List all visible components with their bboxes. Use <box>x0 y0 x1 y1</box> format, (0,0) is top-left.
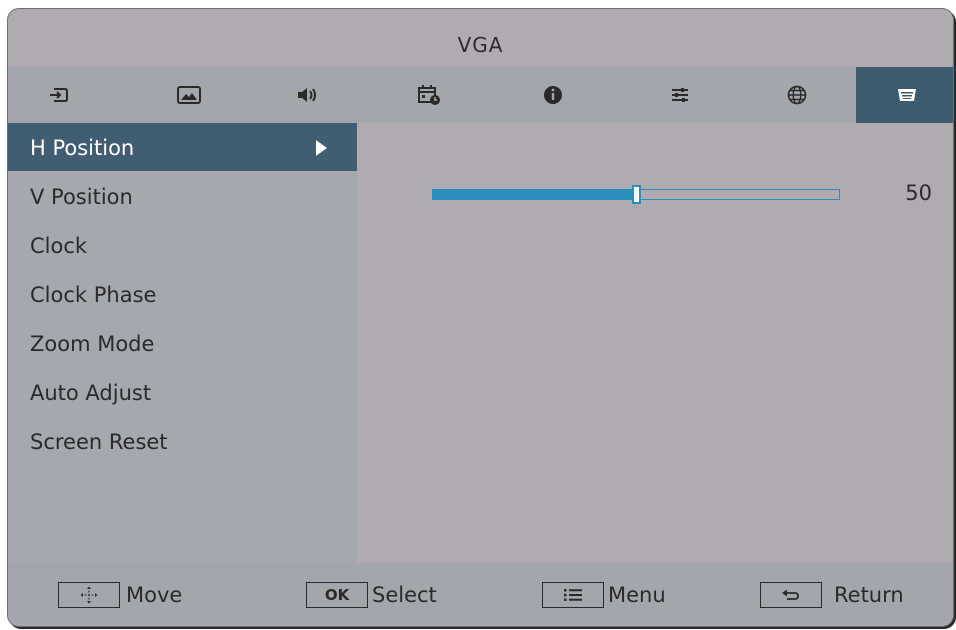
slider-value: 50 <box>905 181 932 205</box>
slider-thumb[interactable] <box>632 185 641 204</box>
tab-bar <box>8 67 953 123</box>
tab-picture[interactable] <box>138 67 239 123</box>
menu-item-zoom-mode[interactable]: Zoom Mode <box>8 319 357 367</box>
return-arrow-icon <box>782 589 799 600</box>
menu-item-auto-adjust[interactable]: Auto Adjust <box>8 368 357 416</box>
menu-label: Menu <box>608 583 666 607</box>
menu-key <box>542 582 604 608</box>
calendar-clock-icon <box>417 85 440 105</box>
menu-item-label: Clock <box>30 234 88 258</box>
move-hint: Move <box>58 581 182 609</box>
return-key <box>760 582 822 608</box>
select-hint: OK Select <box>306 581 437 609</box>
menu-list: H Position V Position Clock Clock Phase … <box>8 123 357 563</box>
tab-language[interactable] <box>746 67 847 123</box>
osd-menu: VGA H Position V Position Clock Clock Ph… <box>7 8 954 627</box>
menu-item-label: Auto Adjust <box>30 381 152 405</box>
tab-information[interactable] <box>502 67 603 123</box>
slider-fill <box>433 190 636 199</box>
tab-settings[interactable] <box>629 67 730 123</box>
menu-item-h-position[interactable]: H Position <box>8 123 357 171</box>
settings-sliders-icon <box>671 88 688 102</box>
select-label: Select <box>372 583 437 607</box>
menu-item-clock-phase[interactable]: Clock Phase <box>8 270 357 318</box>
speaker-icon <box>297 88 316 102</box>
tab-schedule[interactable] <box>378 67 479 123</box>
ok-key-label: OK <box>324 586 350 604</box>
tab-vga[interactable] <box>856 67 953 123</box>
menu-item-clock[interactable]: Clock <box>8 221 357 269</box>
menu-item-v-position[interactable]: V Position <box>8 172 357 220</box>
globe-icon <box>787 85 806 105</box>
picture-icon <box>176 86 201 104</box>
menu-list-icon <box>564 589 582 601</box>
ok-key: OK <box>306 582 368 608</box>
vga-port-icon <box>897 89 916 101</box>
directional-pad-icon <box>80 586 98 604</box>
menu-item-label: Screen Reset <box>30 430 168 454</box>
window-title: VGA <box>457 33 504 57</box>
menu-item-label: Zoom Mode <box>30 332 155 356</box>
move-key <box>58 582 120 608</box>
play-arrow-icon <box>316 140 327 156</box>
menu-item-label: H Position <box>30 136 135 160</box>
tab-audio[interactable] <box>257 67 358 123</box>
h-position-slider[interactable] <box>432 185 840 204</box>
info-icon <box>543 86 562 104</box>
tab-input-source[interactable] <box>8 67 109 123</box>
input-source-icon <box>49 88 68 102</box>
return-hint: Return <box>760 581 904 609</box>
footer-hint-bar: Move OK Select Menu Return <box>8 563 953 626</box>
menu-item-label: Clock Phase <box>30 283 157 307</box>
menu-item-label: V Position <box>30 185 133 209</box>
menu-hint: Menu <box>542 581 666 609</box>
menu-item-screen-reset[interactable]: Screen Reset <box>8 417 357 465</box>
return-label: Return <box>834 583 904 607</box>
detail-panel: 50 <box>357 123 953 563</box>
move-label: Move <box>126 583 183 607</box>
